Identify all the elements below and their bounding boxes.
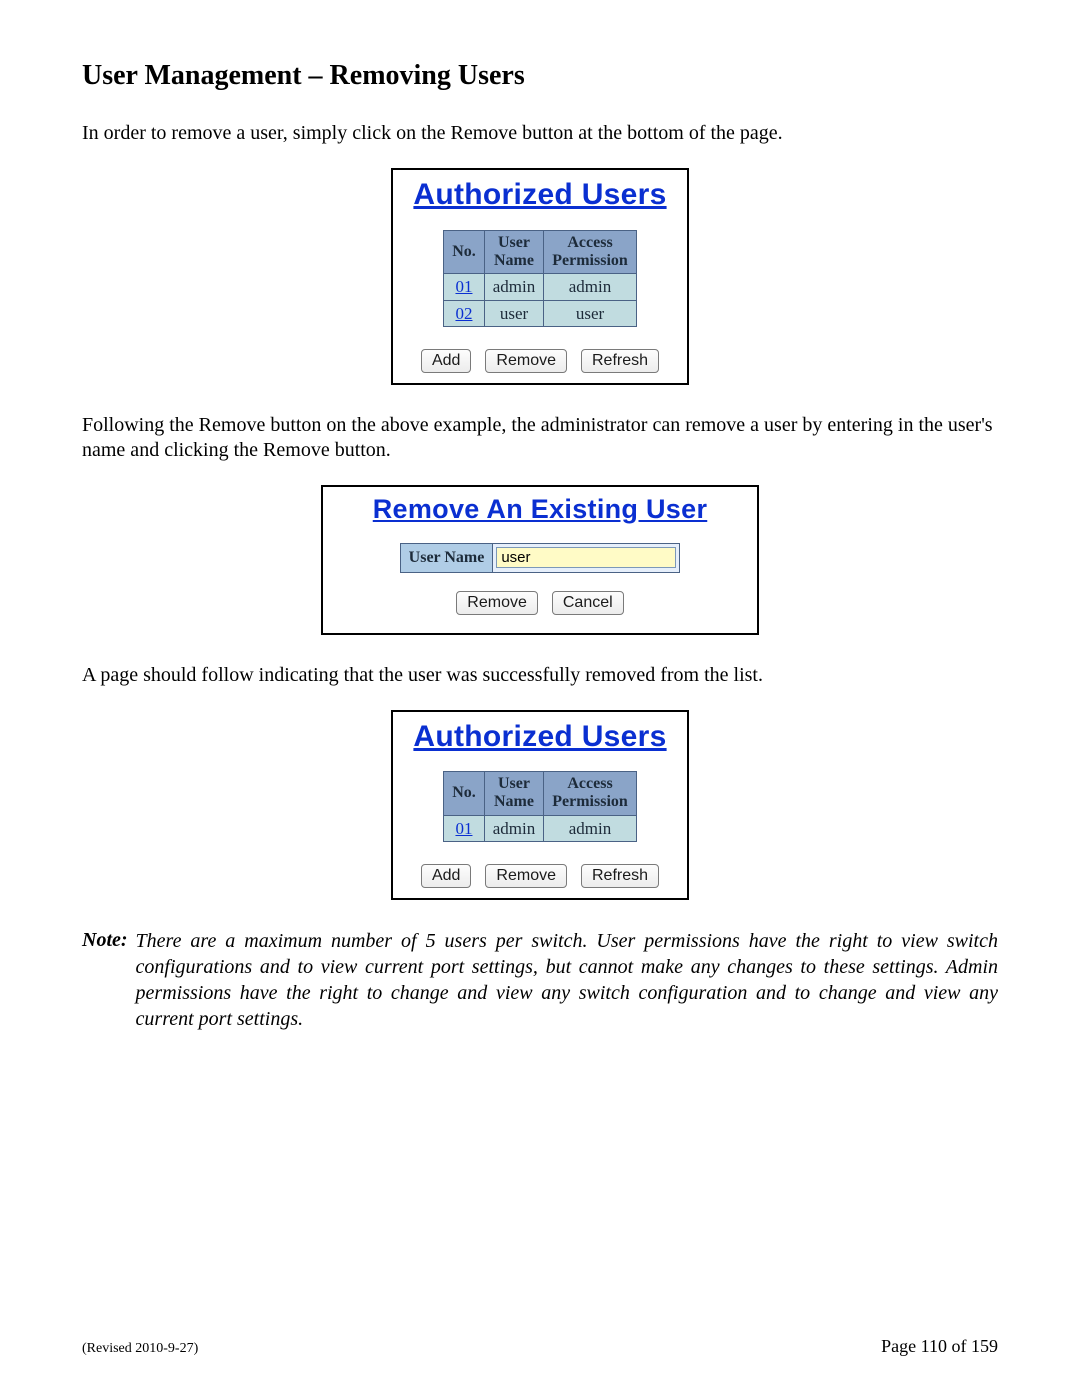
remove-user-button[interactable]: Remove [456, 591, 538, 615]
user-number-link[interactable]: 02 [455, 304, 472, 323]
user-number-link[interactable]: 01 [455, 819, 472, 838]
note-text: There are a maximum number of 5 users pe… [136, 928, 998, 1032]
figure2-title: Remove An Existing User [323, 487, 757, 529]
col-no-header: No. [444, 230, 485, 274]
col-name-header: UserName [484, 772, 544, 816]
col-no-header: No. [444, 772, 485, 816]
col-perm-header: AccessPermission [544, 772, 637, 816]
user-name-cell: user [484, 300, 544, 326]
paragraph-after-remove: Following the Remove button on the above… [82, 413, 998, 463]
figure-authorized-users-after: Authorized Users No. UserName AccessPerm… [391, 710, 689, 901]
note-label: Note: [82, 928, 128, 953]
figure-remove-existing-user: Remove An Existing User User Name Remove… [321, 485, 759, 635]
col-name-header: UserName [484, 230, 544, 274]
page-heading: User Management – Removing Users [82, 58, 998, 93]
refresh-button[interactable]: Refresh [581, 864, 659, 888]
table-row: 02 user user [444, 300, 637, 326]
user-perm-cell: user [544, 300, 637, 326]
footer-page-num: Page 110 of 159 [881, 1335, 998, 1358]
refresh-button[interactable]: Refresh [581, 349, 659, 373]
user-number-link[interactable]: 01 [455, 277, 472, 296]
user-perm-cell: admin [544, 815, 637, 841]
user-perm-cell: admin [544, 274, 637, 300]
user-name-label: User Name [400, 543, 493, 572]
footer-revised: (Revised 2010-9-27) [82, 1340, 198, 1358]
add-button[interactable]: Add [421, 349, 471, 373]
user-name-cell: admin [484, 815, 544, 841]
cancel-button[interactable]: Cancel [552, 591, 624, 615]
paragraph-success: A page should follow indicating that the… [82, 663, 998, 688]
table-row: 01 admin admin [444, 274, 637, 300]
add-button[interactable]: Add [421, 864, 471, 888]
paragraph-intro-remove: In order to remove a user, simply click … [82, 121, 998, 146]
figure1-title: Authorized Users [393, 170, 687, 216]
table-row: 01 admin admin [444, 815, 637, 841]
remove-user-form-table: User Name [400, 543, 681, 573]
remove-button[interactable]: Remove [485, 349, 567, 373]
note-block: Note: There are a maximum number of 5 us… [82, 928, 998, 1032]
remove-button[interactable]: Remove [485, 864, 567, 888]
col-perm-header: AccessPermission [544, 230, 637, 274]
authorized-users-table-after: No. UserName AccessPermission 01 admin a… [443, 771, 637, 842]
authorized-users-table-before: No. UserName AccessPermission 01 admin a… [443, 230, 637, 327]
figure-authorized-users-before: Authorized Users No. UserName AccessPerm… [391, 168, 689, 385]
figure3-title: Authorized Users [393, 712, 687, 758]
user-name-cell: admin [484, 274, 544, 300]
user-name-input[interactable] [496, 547, 676, 568]
